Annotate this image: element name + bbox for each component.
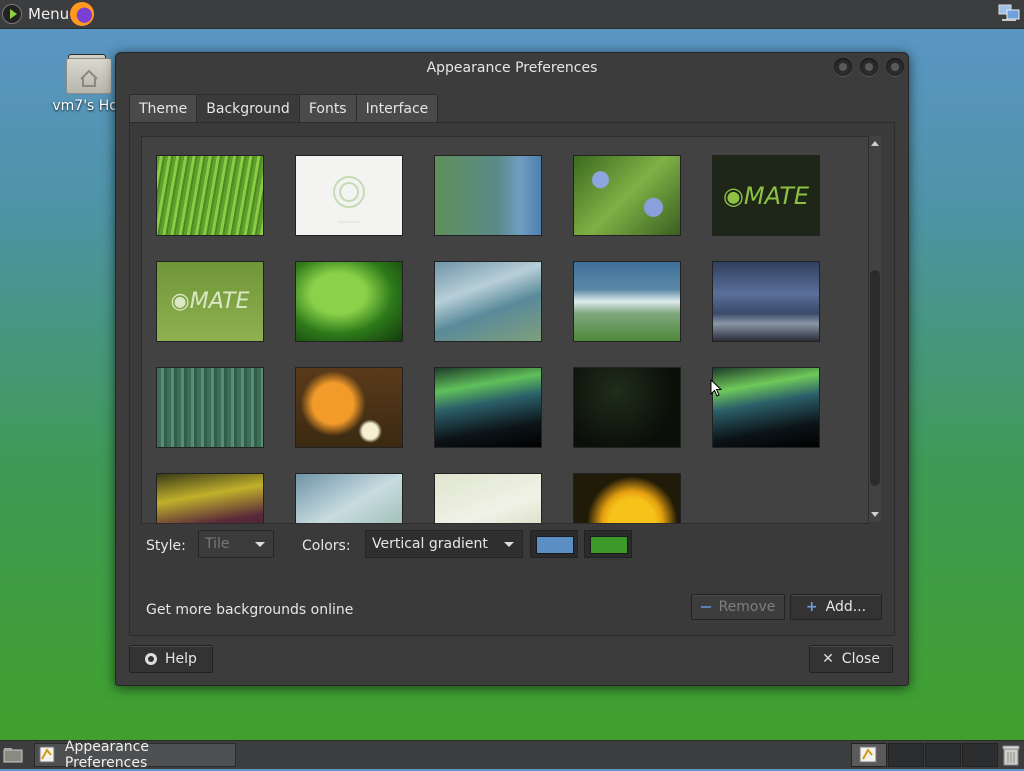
- minus-icon: [700, 606, 711, 608]
- wallpaper-thumb[interactable]: [434, 367, 542, 448]
- wallpaper-thumb[interactable]: [573, 261, 681, 342]
- colors-value: Vertical gradient: [372, 536, 488, 552]
- wallpaper-thumb[interactable]: [156, 473, 264, 523]
- wallpaper-thumb[interactable]: [295, 367, 403, 448]
- wallpaper-thumb[interactable]: [156, 155, 264, 236]
- colors-dropdown[interactable]: Vertical gradient: [365, 530, 523, 558]
- taskbar-appearance-preferences[interactable]: Appearance Preferences: [34, 739, 236, 771]
- primary-color-button[interactable]: [530, 530, 578, 558]
- top-panel: Menu: [0, 0, 1024, 29]
- scroll-up-arrow-icon[interactable]: [871, 141, 879, 146]
- wallpaper-thumb[interactable]: [295, 473, 403, 523]
- wallpaper-thumb[interactable]: ◉MATE: [156, 261, 264, 342]
- mate-menu-icon: [2, 4, 22, 24]
- help-label: Help: [165, 651, 197, 667]
- appearance-app-icon: [39, 746, 55, 763]
- bottom-panel: Appearance Preferences: [0, 739, 1024, 771]
- remove-label: Remove: [718, 599, 776, 615]
- wallpaper-thumb[interactable]: ◉MATE: [712, 155, 820, 236]
- scroll-down-arrow-icon[interactable]: [871, 512, 879, 517]
- workspace-1[interactable]: [851, 743, 887, 767]
- home-folder-icon: [66, 52, 112, 94]
- remove-button[interactable]: Remove: [691, 594, 785, 620]
- close-button[interactable]: ✕ Close: [809, 645, 893, 673]
- style-dropdown[interactable]: Tile: [198, 530, 274, 558]
- wallpaper-thumb[interactable]: [434, 155, 542, 236]
- secondary-color-swatch: [590, 536, 628, 554]
- wallpaper-thumb[interactable]: [573, 155, 681, 236]
- wallpaper-thumb[interactable]: [712, 261, 820, 342]
- colors-label: Colors:: [302, 538, 351, 554]
- wallpaper-thumb[interactable]: [573, 367, 681, 448]
- close-window-button[interactable]: [886, 58, 904, 76]
- firefox-icon[interactable]: [70, 2, 94, 26]
- help-icon: [145, 653, 158, 665]
- help-button[interactable]: Help: [129, 645, 213, 673]
- minimize-button[interactable]: [834, 58, 852, 76]
- dropdown-arrow-icon: [504, 542, 514, 547]
- maximize-button[interactable]: [860, 58, 878, 76]
- tab-theme[interactable]: Theme: [129, 94, 198, 123]
- add-label: Add...: [825, 599, 867, 615]
- window-title: Appearance Preferences: [426, 60, 598, 76]
- trash-icon[interactable]: [1002, 744, 1020, 766]
- tab-background[interactable]: Background: [196, 94, 300, 123]
- secondary-color-button[interactable]: [584, 530, 632, 558]
- workspace-3[interactable]: [925, 743, 961, 767]
- workspace-2[interactable]: [888, 743, 924, 767]
- close-icon: ✕: [822, 651, 834, 667]
- plus-icon: +: [805, 599, 818, 615]
- mouse-pointer-icon: [710, 379, 722, 397]
- gallery-scrollbar[interactable]: [869, 136, 881, 522]
- style-value: Tile: [205, 536, 230, 552]
- scrollbar-thumb[interactable]: [870, 270, 880, 486]
- wallpaper-gallery[interactable]: ◉MATE ◉MATE: [141, 136, 869, 524]
- more-backgrounds-link[interactable]: Get more backgrounds online: [146, 602, 353, 618]
- primary-color-swatch: [536, 536, 574, 554]
- taskbar-label: Appearance Preferences: [64, 739, 149, 771]
- network-icon[interactable]: [998, 4, 1020, 22]
- wallpaper-thumb[interactable]: [573, 473, 681, 523]
- background-tab-panel: ◉MATE ◉MATE Style: Tile Colors: Vertical…: [129, 122, 895, 636]
- wallpaper-thumb[interactable]: [295, 155, 403, 236]
- dropdown-arrow-icon: [255, 542, 265, 547]
- wallpaper-thumb[interactable]: [295, 261, 403, 342]
- workspace-4[interactable]: [962, 743, 998, 767]
- add-button[interactable]: + Add...: [790, 594, 882, 620]
- appearance-preferences-window: Appearance Preferences Theme Background …: [115, 52, 909, 686]
- close-label: Close: [841, 651, 880, 667]
- wallpaper-thumb[interactable]: [712, 367, 820, 448]
- wallpaper-thumb[interactable]: [434, 473, 542, 523]
- menu-button[interactable]: Menu: [0, 0, 69, 28]
- tab-bar: Theme Background Fonts Interface: [129, 94, 439, 123]
- wallpaper-thumb[interactable]: [156, 367, 264, 448]
- show-desktop-icon[interactable]: [3, 746, 23, 764]
- tab-interface[interactable]: Interface: [355, 94, 439, 123]
- menu-label: Menu: [28, 5, 70, 23]
- wallpaper-thumb[interactable]: [434, 261, 542, 342]
- tab-fonts[interactable]: Fonts: [298, 94, 357, 123]
- mate-logo-text: ◉MATE: [722, 181, 810, 210]
- window-titlebar[interactable]: Appearance Preferences: [116, 53, 908, 83]
- style-label: Style:: [146, 538, 186, 554]
- mate-logo-text: ◉MATE: [170, 289, 250, 314]
